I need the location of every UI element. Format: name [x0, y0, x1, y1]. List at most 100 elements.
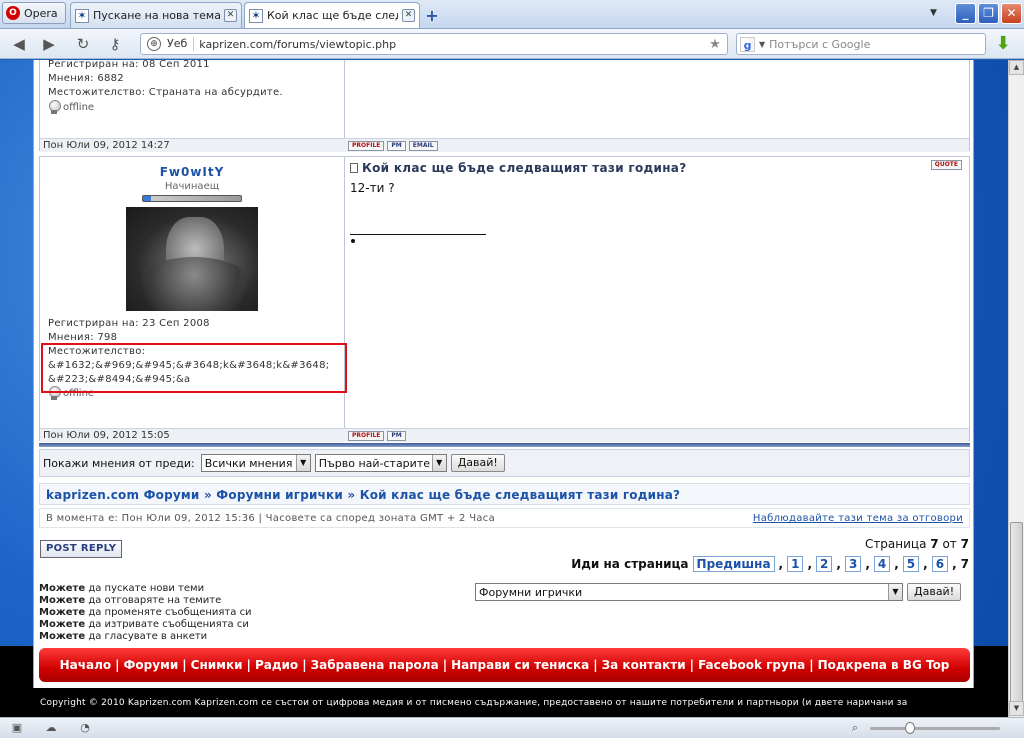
nav-photos[interactable]: Снимки: [191, 658, 243, 672]
page-link[interactable]: 6: [931, 556, 949, 572]
post-footer: Пон Юли 09, 2012 14:27 PROFILE PM EMAIL: [40, 138, 969, 152]
scroll-up-icon[interactable]: ▲: [1009, 60, 1024, 75]
close-tab-icon[interactable]: ✕: [402, 9, 415, 22]
permission-item: Можете да променяте съобщенията си: [39, 607, 252, 618]
lightbulb-icon: [48, 100, 61, 114]
permission-item: Можете да отговаряте на темите: [39, 595, 222, 606]
scroll-thumb[interactable]: [1010, 522, 1023, 704]
page-link[interactable]: 2: [816, 556, 833, 572]
scroll-down-icon[interactable]: ▼: [1009, 701, 1024, 716]
nav-home[interactable]: Начало: [60, 658, 112, 672]
current-page-number: 7: [960, 557, 969, 571]
permissions-list: Можете да пускате нови теми Можете да от…: [39, 583, 252, 643]
nav-radio[interactable]: Радио: [255, 658, 298, 672]
poster-username[interactable]: Fw0wItY: [40, 165, 344, 179]
url-text[interactable]: kaprizen.com/forums/viewtopic.php: [199, 38, 707, 51]
current-time: В момента е: Пон Юли 09, 2012 15:36 | Ча…: [46, 513, 496, 524]
time-info: В момента е: Пон Юли 09, 2012 15:36 | Ча…: [39, 508, 970, 528]
location: Местожителство: Страната на абсурдите.: [48, 87, 283, 98]
post: Fw0wItY Начинаещ Регистриран на: 23 Сеп …: [39, 156, 970, 442]
opera-label: Opera: [24, 6, 58, 20]
of-label: от: [942, 537, 957, 551]
pm-button[interactable]: PM: [387, 141, 406, 151]
download-icon[interactable]: ⬇: [994, 35, 1012, 53]
key-icon[interactable]: ⚷: [106, 35, 124, 53]
jump-go-button[interactable]: Давай!: [907, 583, 962, 601]
zoom-slider[interactable]: [870, 727, 1000, 730]
url-scheme: Уеб: [161, 37, 195, 51]
minimize-icon[interactable]: _: [955, 3, 976, 24]
registered-date: Регистриран на: 08 Сеп 2011: [48, 60, 210, 70]
nav-forums[interactable]: Форуми: [124, 658, 179, 672]
zoom-slider-knob[interactable]: [905, 722, 915, 734]
page-link[interactable]: 4: [873, 556, 891, 572]
search-engine-dropdown-icon[interactable]: ▼: [759, 40, 765, 49]
opera-menu-button[interactable]: O Opera: [2, 2, 66, 24]
online-status: offline: [40, 100, 344, 114]
period-select-value: Всички мнения: [204, 456, 293, 470]
tab-title: Кой клас ще бъде след...: [267, 9, 398, 22]
chevron-down-icon: ▼: [295, 455, 310, 471]
nav-bgtop[interactable]: Подкрепа в BG Top: [818, 658, 950, 672]
vertical-scrollbar[interactable]: ▲ ▼: [1008, 60, 1024, 717]
nav-contacts[interactable]: За контакти: [602, 658, 686, 672]
permission-item: Можете да изтривате съобщенията си: [39, 619, 249, 630]
breadcrumb: kaprizen.com Форуми » Форумни игрички » …: [39, 483, 970, 505]
forward-icon[interactable]: ▶: [40, 35, 58, 53]
profile-button[interactable]: PROFILE: [348, 431, 385, 441]
pagination: Иди на страница Предишна, 1, 2, 3, 4, 5,…: [571, 556, 969, 572]
site-favicon-icon: ✶: [249, 8, 263, 23]
post-reply-button[interactable]: POST REPLY: [40, 540, 123, 558]
search-placeholder: Потърси с Google: [769, 37, 871, 51]
footer-nav: Начало | Форуми | Снимки | Радио | Забравена…: [39, 648, 970, 682]
site-favicon-icon: ✶: [75, 8, 89, 23]
restore-icon[interactable]: ❐: [978, 3, 999, 24]
back-icon[interactable]: ◀: [10, 35, 28, 53]
pm-button[interactable]: PM: [387, 431, 406, 441]
forum-select[interactable]: Форумни игрички ▼: [475, 583, 903, 601]
chevron-down-icon: ▼: [888, 584, 902, 600]
close-window-icon[interactable]: ✕: [1001, 3, 1022, 24]
reload-icon[interactable]: ↻: [74, 35, 92, 53]
tab-list-icon[interactable]: ▼: [930, 8, 937, 18]
period-select[interactable]: Всички мнения ▼: [200, 454, 311, 472]
google-icon: g: [740, 36, 755, 52]
close-tab-icon[interactable]: ✕: [224, 9, 237, 22]
permission-item: Можете да гласувате в анкети: [39, 631, 208, 642]
breadcrumb-topic[interactable]: Кой клас ще бъде следващият тази година?: [360, 488, 680, 502]
display-options-label: Покажи мнения от преди:: [43, 456, 195, 470]
order-select-value: Първо най-старите: [318, 456, 430, 470]
avatar: [126, 207, 258, 311]
search-field[interactable]: g ▼ Потърси с Google: [736, 33, 986, 55]
tab-title: Пускане на нова тема - ...: [93, 9, 220, 22]
breadcrumb-site[interactable]: kaprizen.com Форуми: [46, 488, 200, 502]
nav-facebook[interactable]: Facebook група: [698, 658, 805, 672]
new-tab-icon[interactable]: +: [424, 6, 440, 25]
prev-page-link[interactable]: Предишна: [692, 556, 775, 572]
bookmark-star-icon[interactable]: ★: [707, 37, 723, 52]
watch-topic-link[interactable]: Наблюдавайте тази тема за отговори: [753, 513, 963, 524]
cloud-icon[interactable]: ☁: [44, 721, 58, 735]
nav-forgot-password[interactable]: Забравена парола: [311, 658, 439, 672]
breadcrumb-forum[interactable]: Форумни игрички: [216, 488, 343, 502]
goto-label: Иди на страница: [571, 557, 689, 571]
zoom-icon[interactable]: ⌕: [848, 721, 862, 735]
quote-button[interactable]: QUOTE: [930, 160, 962, 170]
post-icon: [350, 163, 358, 173]
order-select[interactable]: Първо най-старите ▼: [314, 454, 447, 472]
page-link[interactable]: 3: [844, 556, 862, 572]
copyright-text: Copyright © 2010 Kaprizen.com Kaprizen.c…: [40, 698, 908, 708]
email-button[interactable]: EMAIL: [408, 141, 438, 151]
speed-dial-icon[interactable]: ◔: [78, 721, 92, 735]
page-viewport: Copyright © 2010 Kaprizen.com Kaprizen.c…: [0, 60, 1008, 717]
nav-tshirt[interactable]: Направи си тениска: [451, 658, 589, 672]
tab-current-topic[interactable]: ✶ Кой клас ще бъде след... ✕: [244, 2, 420, 28]
profile-button[interactable]: PROFILE: [348, 141, 385, 151]
panel-toggle-icon[interactable]: ▣: [10, 721, 24, 735]
page-link[interactable]: 5: [902, 556, 920, 572]
page-link[interactable]: 1: [787, 556, 804, 572]
url-field[interactable]: ⊕ Уеб kaprizen.com/forums/viewtopic.php …: [140, 33, 728, 55]
tab-new-topic[interactable]: ✶ Пускане на нова тема - ... ✕: [70, 2, 242, 28]
divider-bar: [39, 443, 970, 447]
go-button[interactable]: Давай!: [450, 454, 505, 472]
